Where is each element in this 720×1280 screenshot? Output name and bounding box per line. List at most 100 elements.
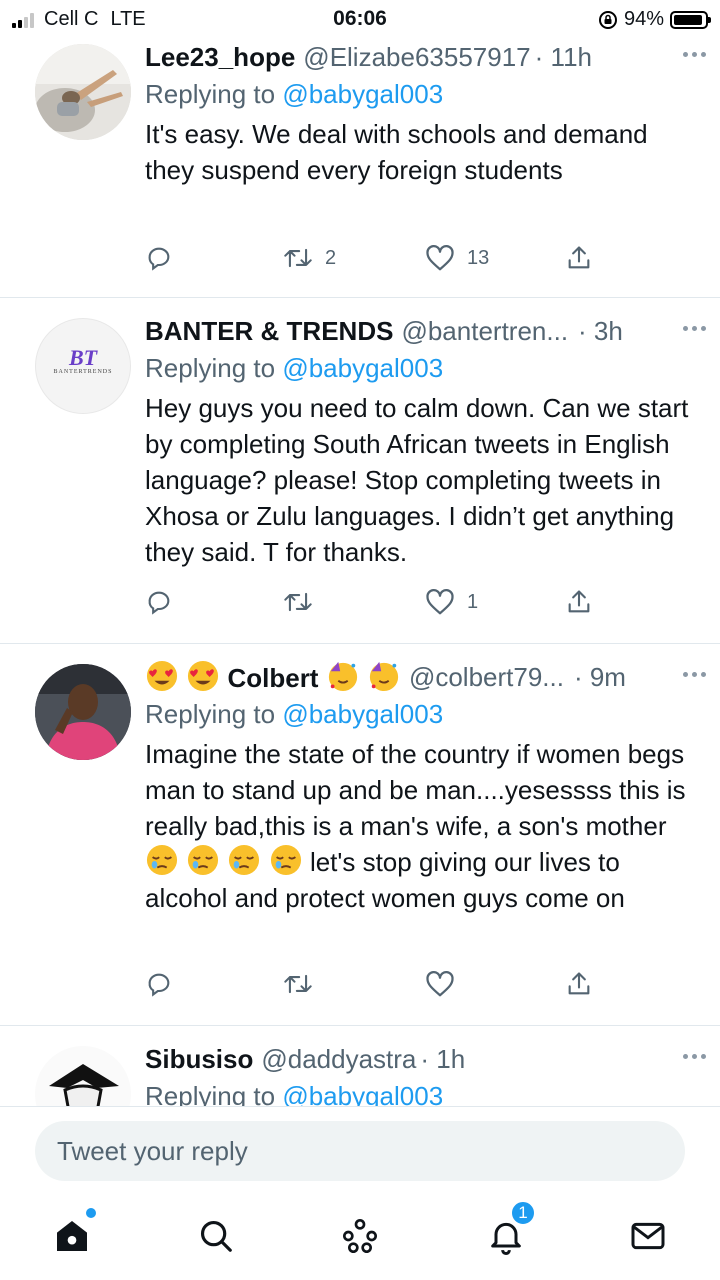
- rotation-lock-icon: [598, 10, 617, 29]
- share-button[interactable]: [565, 588, 593, 616]
- mention-link[interactable]: @babygal003: [282, 699, 443, 729]
- tweet-text-part1: Imagine the state of the country if wome…: [145, 739, 686, 841]
- replying-to-label: Replying to: [145, 1081, 283, 1106]
- reply-bar: [0, 1106, 720, 1186]
- heart-icon: [426, 245, 454, 271]
- tweet-body: Colbert @colbert79... · 9m Replying to @…: [145, 658, 696, 916]
- avatar[interactable]: BT BANTERTRENDS: [35, 318, 131, 414]
- author-name[interactable]: BANTER & TRENDS: [145, 316, 393, 347]
- author-name[interactable]: Colbert: [145, 660, 401, 694]
- mention-link[interactable]: @babygal003: [282, 1081, 443, 1106]
- status-bar: Cell C LTE 06:06 94%: [0, 0, 720, 38]
- more-options-icon[interactable]: [683, 52, 706, 57]
- battery-fill: [674, 14, 703, 25]
- avatar-logo-text: BT: [68, 345, 98, 370]
- author-name[interactable]: Sibusiso: [145, 1044, 253, 1075]
- tweet[interactable]: Lee23_hope @Elizabe63557917 · 11h Replyi…: [0, 38, 720, 298]
- reply-feed[interactable]: Lee23_hope @Elizabe63557917 · 11h Replyi…: [0, 38, 720, 1106]
- more-options-icon[interactable]: [683, 672, 706, 677]
- heart-eyes-emoji-icon: [146, 660, 178, 692]
- like-count: 13: [467, 246, 490, 269]
- share-button[interactable]: [565, 970, 593, 998]
- nav-messages[interactable]: [626, 1214, 670, 1258]
- tweet-header: Sibusiso @daddyastra · 1h: [145, 1040, 696, 1078]
- replying-to-label: Replying to: [145, 79, 283, 109]
- retweet-button[interactable]: [283, 588, 325, 616]
- more-options-icon[interactable]: [683, 326, 706, 331]
- like-button[interactable]: 1: [425, 588, 478, 616]
- nav-notifications[interactable]: 1: [484, 1200, 536, 1258]
- retweet-button[interactable]: 2: [283, 244, 336, 272]
- tweet[interactable]: Colbert @colbert79... · 9m Replying to @…: [0, 644, 720, 1026]
- mention-link[interactable]: @babygal003: [282, 353, 443, 383]
- replying-to: Replying to @babygal003: [145, 696, 696, 732]
- notification-badge: 1: [510, 1200, 536, 1226]
- heart-icon: [426, 971, 454, 997]
- like-button[interactable]: 13: [425, 244, 489, 272]
- share-icon: [568, 972, 590, 995]
- reply-button[interactable]: [145, 970, 173, 998]
- mention-link[interactable]: @babygal003: [282, 79, 443, 109]
- reply-button[interactable]: [145, 244, 173, 272]
- battery-icon: [670, 10, 711, 29]
- tweet-body: Sibusiso @daddyastra · 1h Replying to @b…: [145, 1040, 696, 1107]
- author-name[interactable]: Lee23_hope: [145, 42, 295, 73]
- nav-spaces[interactable]: [338, 1214, 382, 1258]
- tweet-actions: [145, 970, 605, 1006]
- retweet-icon: [284, 974, 312, 994]
- replying-to-label: Replying to: [145, 353, 283, 383]
- tweet-actions: 1: [145, 588, 605, 624]
- tweet[interactable]: Sibusiso @daddyastra · 1h Replying to @b…: [0, 1026, 720, 1106]
- avatar-logo-subtext: BANTERTRENDS: [53, 369, 113, 375]
- tweet-header: Colbert @colbert79... · 9m: [145, 658, 696, 696]
- tweet-time: · 11h: [534, 41, 592, 72]
- avatar[interactable]: [35, 1046, 131, 1106]
- more-options-icon[interactable]: [683, 1054, 706, 1059]
- retweet-icon: [284, 592, 312, 612]
- reply-input[interactable]: [35, 1121, 685, 1181]
- tweet-body: Lee23_hope @Elizabe63557917 · 11h Replyi…: [145, 38, 696, 188]
- share-button[interactable]: [565, 244, 593, 272]
- partying-face-emoji-icon: [369, 661, 399, 692]
- reply-icon: [148, 973, 170, 997]
- reply-button[interactable]: [145, 588, 173, 616]
- reply-icon: [148, 591, 170, 615]
- retweet-button[interactable]: [283, 970, 325, 998]
- retweet-icon: [284, 248, 312, 268]
- tweet-text: Imagine the state of the country if wome…: [145, 736, 696, 916]
- sleepy-face-emoji-icon: [229, 844, 260, 876]
- spaces-icon: [342, 1218, 378, 1254]
- replying-to-label: Replying to: [145, 699, 283, 729]
- avatar-photo: [35, 1046, 131, 1106]
- tweet-text: It's easy. We deal with schools and dema…: [145, 119, 648, 185]
- tweet-header: Lee23_hope @Elizabe63557917 · 11h: [145, 38, 696, 76]
- status-right: 94%: [598, 8, 711, 31]
- author-handle[interactable]: @bantertren...: [401, 316, 568, 347]
- author-name-text: Colbert: [227, 663, 319, 693]
- author-handle[interactable]: @daddyastra: [261, 1044, 416, 1075]
- tweet-time: · 3h: [578, 315, 623, 346]
- tweet-body: BANTER & TRENDS @bantertren... · 3h Repl…: [145, 312, 696, 570]
- battery-percent: 94%: [623, 8, 664, 30]
- retweet-count: 2: [325, 246, 337, 269]
- tweet[interactable]: BT BANTERTRENDS BANTER & TRENDS @bantert…: [0, 298, 720, 644]
- avatar-photo: [35, 664, 131, 760]
- avatar[interactable]: [35, 664, 131, 760]
- author-handle[interactable]: @colbert79...: [409, 662, 564, 693]
- sleepy-face-emoji-icon: [188, 844, 219, 876]
- nav-home[interactable]: [50, 1208, 96, 1258]
- search-icon: [200, 1220, 232, 1252]
- share-icon: [568, 590, 590, 613]
- nav-search[interactable]: [194, 1214, 238, 1258]
- home-icon: [57, 1221, 87, 1251]
- avatar-photo: [35, 44, 131, 140]
- heart-eyes-emoji-icon: [188, 660, 219, 692]
- tweet-time: · 1h: [420, 1043, 466, 1074]
- tweet-text: Hey guys you need to calm down. Can we s…: [145, 393, 689, 567]
- tweet-header: BANTER & TRENDS @bantertren... · 3h: [145, 312, 696, 350]
- avatar[interactable]: [35, 44, 131, 140]
- like-button[interactable]: [425, 970, 467, 998]
- bottom-nav: 1: [0, 1190, 720, 1280]
- author-handle[interactable]: @Elizabe63557917: [303, 42, 530, 73]
- tweet-time: · 9m: [573, 661, 626, 692]
